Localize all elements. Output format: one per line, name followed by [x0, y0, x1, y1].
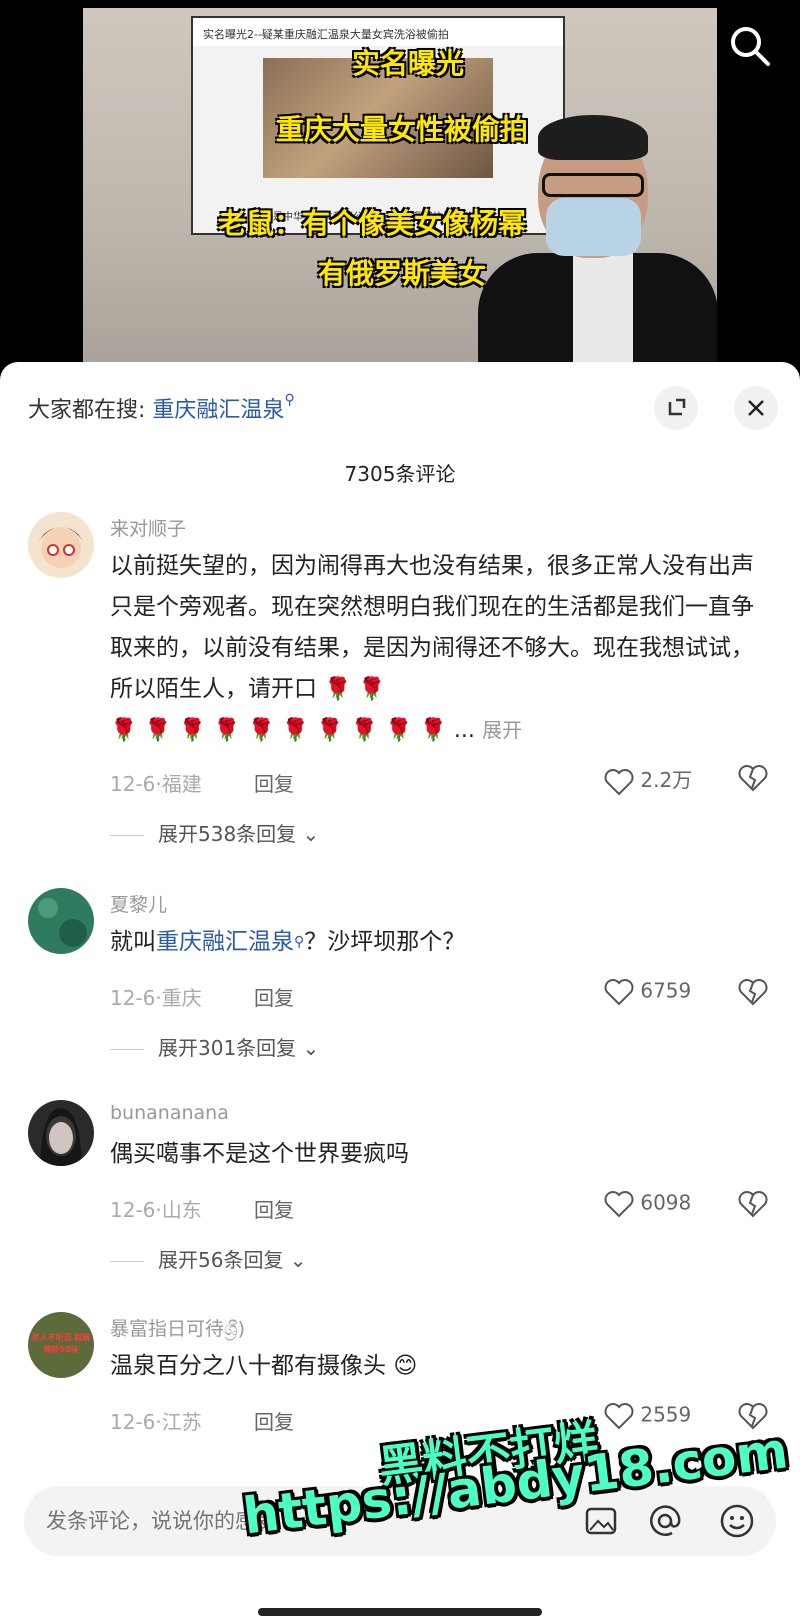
- overlay-line-2: 重庆大量女性被偷拍: [276, 113, 529, 146]
- username[interactable]: bunananana: [110, 1102, 229, 1124]
- home-indicator[interactable]: [258, 1608, 542, 1616]
- avatar-text: 男人不听话 就麻辣拌50块: [31, 1333, 91, 1354]
- overlay-line-3: 老鼠：有个像美女像杨幂: [218, 207, 527, 240]
- search-small-icon: ⚲: [284, 392, 295, 408]
- close-icon: [748, 400, 764, 416]
- tv-title: 实名曝光2--疑某重庆融汇温泉大量女宾洗浴被偷拍: [203, 28, 449, 41]
- comment-text: 偶买噶事不是这个世界要疯吗: [110, 1141, 409, 1167]
- close-button[interactable]: [734, 386, 778, 430]
- username[interactable]: 来对顺子: [110, 514, 186, 541]
- image-button[interactable]: [580, 1500, 622, 1542]
- heart-icon: [604, 1191, 634, 1218]
- hot-search-keyword[interactable]: 重庆融汇温泉: [152, 398, 284, 423]
- emoji: 😊: [393, 1353, 418, 1379]
- comment-text: 就叫重庆融汇温泉⚲？沙坪坝那个？: [110, 929, 466, 955]
- like-button[interactable]: 6098: [604, 1190, 691, 1218]
- dislike-button[interactable]: [738, 978, 768, 1006]
- heart-icon: [604, 979, 634, 1006]
- at-icon: [650, 1505, 681, 1536]
- hot-search-bar[interactable]: 大家都在搜: 重庆融汇温泉⚲: [28, 392, 295, 424]
- avatar[interactable]: [28, 888, 94, 954]
- heart-icon: [604, 1403, 634, 1430]
- like-button[interactable]: 2559: [604, 1402, 691, 1430]
- avatar[interactable]: 男人不听话 就麻辣拌50块: [28, 1312, 94, 1378]
- emoji-button[interactable]: [716, 1500, 758, 1542]
- expand-button[interactable]: [654, 386, 698, 430]
- like-count: 2559: [640, 1402, 692, 1427]
- like-button[interactable]: 6759: [604, 978, 691, 1006]
- reply-button[interactable]: 回复: [254, 1406, 294, 1435]
- like-count: 6759: [640, 978, 692, 1003]
- overlay-line-4: 有俄罗斯美女: [318, 257, 487, 290]
- date-region: 12-6·重庆: [110, 986, 202, 1010]
- keyword-link[interactable]: 重庆融汇温泉: [156, 929, 294, 955]
- broken-heart-icon: [738, 979, 768, 1006]
- emoji-row: 🌹 🌹 🌹 🌹 🌹 🌹 🌹 🌹 🌹 🌹 ...: [110, 718, 475, 743]
- broken-heart-icon: [738, 1191, 768, 1218]
- image-icon: [585, 1507, 617, 1535]
- like-button[interactable]: 2.2万: [604, 764, 692, 796]
- date-region: 12-6·福建: [110, 772, 202, 796]
- comment-text: 以前挺失望的，因为闹得再大也没有结果，很多正常人没有出声只是个旁观者。现在突然想…: [110, 553, 754, 743]
- hot-search-prefix: 大家都在搜:: [28, 398, 146, 423]
- expand-replies-button[interactable]: 展开56条回复 ⌄: [110, 1244, 307, 1273]
- expand-icon: [668, 398, 686, 416]
- search-small-icon: ⚲: [294, 934, 305, 950]
- reply-button[interactable]: 回复: [254, 982, 294, 1011]
- username[interactable]: 夏黎儿: [110, 890, 167, 917]
- overlay-line-1: 实名曝光: [352, 47, 465, 80]
- username[interactable]: 暴富指日可待ශ්‍රී): [110, 1314, 245, 1341]
- expand-replies-button[interactable]: 展开301条回复 ⌄: [110, 1032, 319, 1061]
- expand-replies-button[interactable]: 展开538条回复 ⌄: [110, 818, 319, 847]
- video-player[interactable]: 实名曝光2--疑某重庆融汇温泉大量女宾洗浴被偷拍 我是中华人民共和国公民的一员，…: [0, 0, 800, 370]
- date-region: 12-6·山东: [110, 1198, 202, 1222]
- date-region: 12-6·江苏: [110, 1410, 202, 1434]
- smiley-icon: [720, 1504, 754, 1538]
- search-button[interactable]: [728, 24, 772, 68]
- avatar[interactable]: [28, 1100, 94, 1166]
- dislike-button[interactable]: [738, 764, 768, 792]
- comment-text: 温泉百分之八十都有摄像头 😊: [110, 1353, 418, 1379]
- reply-button[interactable]: 回复: [254, 768, 294, 797]
- expand-text-link[interactable]: 展开: [482, 718, 522, 742]
- broken-heart-icon: [738, 765, 768, 792]
- mention-button[interactable]: [644, 1500, 686, 1542]
- avatar[interactable]: [28, 512, 94, 578]
- search-icon: [731, 27, 770, 66]
- reply-button[interactable]: 回复: [254, 1194, 294, 1223]
- dislike-button[interactable]: [738, 1190, 768, 1218]
- like-count: 2.2万: [640, 768, 693, 792]
- heart-icon: [604, 768, 634, 795]
- comment-count: 7305条评论: [344, 462, 456, 486]
- like-count: 6098: [640, 1190, 692, 1215]
